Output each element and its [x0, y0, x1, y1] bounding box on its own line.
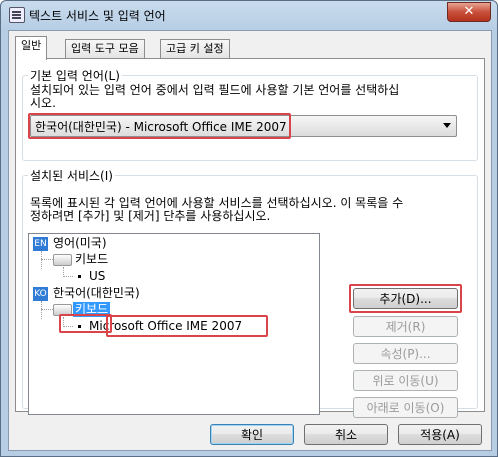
add-button[interactable]: 추가(D)...	[353, 288, 458, 309]
default-language-description-line1: 설치되어 있는 입력 언어 중에서 입력 필드에 사용할 기본 언어를 선택하십	[30, 83, 400, 97]
default-language-group: 기본 입력 언어(L)	[22, 67, 478, 161]
tree-item-korean[interactable]: 한국어(대한민국)	[53, 286, 140, 301]
tab-advanced-key-settings[interactable]: 고급 키 설정	[160, 39, 230, 59]
ok-button[interactable]: 확인	[210, 424, 294, 445]
move-up-button[interactable]: 위로 이동(U)	[353, 370, 458, 391]
tree-item-english-keyboard[interactable]: 키보드	[75, 252, 108, 267]
tree-item-korean-keyboard[interactable]: 키보드	[73, 302, 111, 317]
bullet-icon	[78, 325, 81, 328]
cancel-button[interactable]: 취소	[304, 424, 388, 445]
tab-general[interactable]: 일반	[15, 36, 48, 60]
tree-connector	[63, 276, 73, 277]
installed-services-tree[interactable]: EN 영어(미국) 키보드 US KO 한국어(대한민국) 키보드 Micros…	[28, 233, 320, 415]
bullet-icon	[78, 275, 81, 278]
tree-item-english[interactable]: 영어(미국)	[53, 236, 107, 251]
title-bar[interactable]: 텍스트 서비스 및 입력 언어 ✕	[1, 1, 497, 29]
tree-item-korean-ime[interactable]: Microsoft Office IME 2007	[89, 319, 242, 334]
tree-connector	[41, 259, 53, 260]
tree-connector	[63, 326, 73, 327]
general-tab-panel: 기본 입력 언어(L) 설치되어 있는 입력 언어 중에서 입력 필드에 사용할…	[15, 58, 485, 418]
move-down-button[interactable]: 아래로 이동(O)	[353, 397, 458, 418]
language-ko-icon: KO	[33, 287, 48, 301]
tree-connector	[41, 309, 53, 310]
window-title: 텍스트 서비스 및 입력 언어	[29, 9, 166, 23]
installed-services-description-line2: 정하려면 [추가] 및 [제거] 단추를 사용하십시오.	[30, 209, 271, 223]
installed-services-legend: 설치된 서비스(I)	[30, 169, 113, 183]
dialog-window: 텍스트 서비스 및 입력 언어 ✕ 일반 입력 도구 모음 고급 키 설정 기본…	[0, 0, 498, 457]
dialog-client: 일반 입력 도구 모음 고급 키 설정 기본 입력 언어(L) 설치되어 있는 …	[8, 30, 492, 451]
language-en-icon: EN	[33, 237, 48, 251]
remove-button[interactable]: 제거(R)	[353, 316, 458, 337]
default-language-legend: 기본 입력 언어(L)	[30, 69, 120, 83]
keyboard-icon	[53, 304, 72, 316]
tab-language-bar[interactable]: 입력 도구 모음	[65, 39, 145, 59]
keyboard-settings-icon	[9, 7, 25, 23]
keyboard-icon	[53, 254, 72, 266]
default-language-description-line2: 시오.	[30, 96, 56, 110]
close-button[interactable]: ✕	[447, 2, 491, 22]
default-language-select[interactable]: 한국어(대한민국) - Microsoft Office IME 2007	[30, 115, 457, 137]
apply-button[interactable]: 적용(A)	[398, 424, 482, 445]
default-language-select-value: 한국어(대한민국) - Microsoft Office IME 2007	[35, 120, 287, 134]
chevron-down-icon	[443, 123, 451, 128]
tree-connector	[41, 251, 42, 269]
properties-button[interactable]: 속성(P)...	[353, 343, 458, 364]
tree-item-english-us[interactable]: US	[89, 269, 105, 284]
tree-connector	[41, 301, 42, 319]
